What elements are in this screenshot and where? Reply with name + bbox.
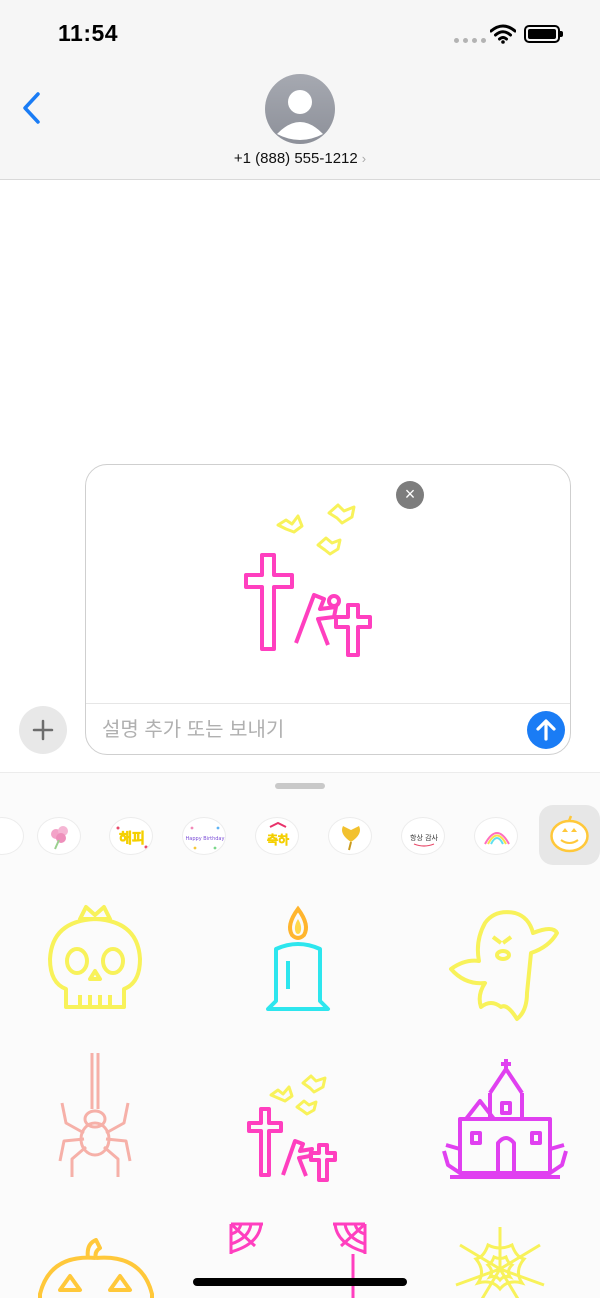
conversation-header: +1 (888) 555-1212 › bbox=[0, 64, 600, 180]
drawer-grabber[interactable] bbox=[275, 783, 325, 789]
wifi-icon bbox=[490, 24, 516, 44]
congrats-korean-icon[interactable]: 축하 bbox=[255, 817, 299, 855]
pack-label-congrats: 축하 bbox=[267, 832, 289, 847]
pumpkin-pack-icon[interactable] bbox=[539, 805, 600, 865]
ghost-sticker[interactable] bbox=[445, 903, 565, 1023]
pack-label-birthday: Happy Birthday bbox=[186, 836, 225, 842]
message-input[interactable]: 설명 추가 또는 보내기 bbox=[102, 715, 502, 745]
ginkgo-leaf-icon[interactable] bbox=[328, 817, 372, 855]
avatar[interactable] bbox=[265, 74, 335, 144]
chevron-right-icon: › bbox=[361, 151, 367, 166]
compose-divider bbox=[86, 703, 570, 704]
partial-pack-icon[interactable] bbox=[0, 817, 24, 855]
contact-number: +1 (888) 555-1212 bbox=[233, 150, 358, 167]
add-attachment-button[interactable] bbox=[19, 706, 67, 754]
flower-bouquet-icon[interactable] bbox=[37, 817, 81, 855]
pack-label-happy: 해피 bbox=[119, 831, 145, 847]
happy-birthday-icon[interactable]: Happy Birthday bbox=[182, 817, 226, 855]
send-button[interactable] bbox=[527, 711, 565, 749]
neon-rainbow-icon[interactable] bbox=[474, 817, 518, 855]
status-bar: 11:54 bbox=[0, 0, 600, 64]
spider-sticker[interactable] bbox=[58, 1053, 134, 1183]
chevron-left-icon[interactable] bbox=[18, 88, 48, 128]
home-indicator[interactable] bbox=[193, 1278, 407, 1286]
message-compose-box: × 설명 추가 또는 보내기 bbox=[85, 464, 571, 755]
graves-bats-sticker[interactable] bbox=[245, 1073, 355, 1185]
contact-name[interactable]: +1 (888) 555-1212 › bbox=[0, 150, 600, 167]
thanks-korean-icon[interactable]: 항상 감사 bbox=[401, 817, 445, 855]
halloween-graves-bats-sticker bbox=[244, 503, 372, 657]
signal-dots-icon bbox=[454, 38, 486, 43]
candle-sticker[interactable] bbox=[258, 905, 338, 1017]
happy-korean-text-icon[interactable]: 해피 bbox=[109, 817, 153, 855]
spiderwebs-sticker[interactable] bbox=[225, 1218, 385, 1298]
arrow-up-icon bbox=[536, 719, 556, 741]
cobweb-sticker[interactable] bbox=[452, 1225, 548, 1298]
jack-o-lantern-sticker[interactable] bbox=[30, 1238, 160, 1298]
sticker-drawer: 해피 Happy Birthday 축하 항상 감사 bbox=[0, 772, 600, 1298]
battery-icon bbox=[524, 25, 563, 43]
crowned-skull-sticker[interactable] bbox=[40, 903, 150, 1018]
pack-label-thanks: 항상 감사 bbox=[410, 833, 439, 842]
plus-icon bbox=[32, 719, 54, 741]
status-time: 11:54 bbox=[58, 20, 119, 46]
person-silhouette-icon bbox=[277, 90, 323, 140]
haunted-castle-sticker[interactable] bbox=[440, 1053, 570, 1188]
